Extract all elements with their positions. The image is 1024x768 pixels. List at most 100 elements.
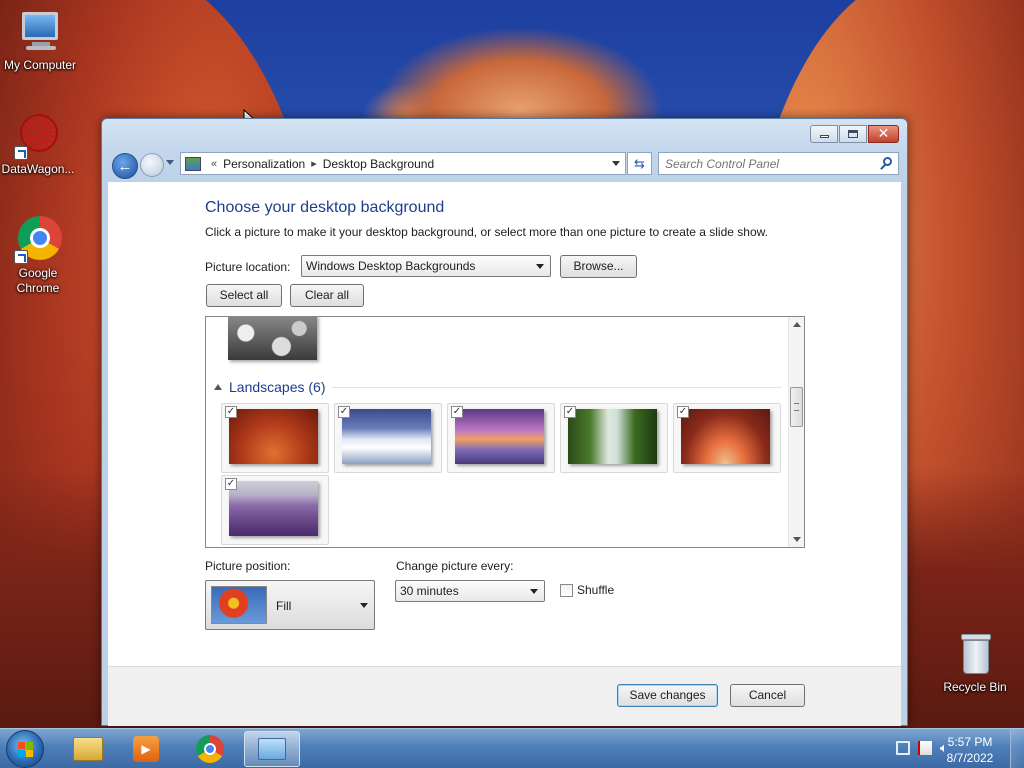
system-clock[interactable]: 5:57 PM 8/7/2022 [940, 734, 1000, 766]
arrow-left-icon: ← [117, 157, 133, 175]
forward-button[interactable] [140, 153, 164, 177]
picture-thumbnail [342, 409, 431, 464]
desktop-icon-my-computer[interactable]: My Computer [0, 8, 80, 73]
shortcut-arrow-icon [14, 146, 28, 160]
taskbar-chrome[interactable] [182, 731, 238, 767]
chevron-down-icon [530, 589, 538, 594]
picture-position-label: Picture position: [205, 559, 291, 573]
recycle-bin-icon [951, 630, 999, 678]
footer-bar: Save changes Cancel [108, 666, 901, 726]
picture-checkbox[interactable]: ✓ [338, 406, 350, 418]
taskbar: ▶ 🔈︎ 5:57 PM 8/7/2022 [0, 728, 1024, 768]
clear-all-button[interactable]: Clear all [290, 284, 364, 307]
desktop-icon-datawagon[interactable]: DataWagon... [0, 112, 78, 177]
select-all-button[interactable]: Select all [206, 284, 282, 307]
network-icon[interactable] [896, 741, 910, 755]
picture-thumbnail [568, 409, 657, 464]
computer-icon [16, 8, 64, 56]
breadcrumb-overflow[interactable]: « [211, 158, 217, 170]
recent-pages-button[interactable] [166, 160, 174, 165]
picture-checkbox[interactable]: ✓ [564, 406, 576, 418]
picture-tile[interactable]: ✓ [447, 403, 555, 473]
group-title: Landscapes (6) [229, 379, 326, 395]
change-picture-label: Change picture every: [396, 559, 514, 573]
change-picture-select[interactable]: 30 minutes [395, 580, 545, 602]
refresh-icon: ⇆ [634, 155, 645, 171]
chrome-icon [14, 216, 62, 264]
picture-thumbnail [229, 409, 318, 464]
save-changes-button[interactable]: Save changes [617, 684, 718, 707]
taskbar-explorer[interactable] [60, 731, 116, 767]
cancel-button[interactable]: Cancel [730, 684, 805, 707]
shuffle-label: Shuffle [577, 583, 615, 597]
search-icon[interactable] [883, 157, 892, 166]
clock-date: 8/7/2022 [946, 751, 994, 765]
desktop-icon-recycle-bin[interactable]: Recycle Bin [935, 630, 1015, 695]
picture-tile[interactable]: ✓ [334, 403, 442, 473]
search-box[interactable] [658, 152, 899, 175]
picture-tile[interactable]: ✓ [560, 403, 668, 473]
desktop-icon-label: Google Chrome [16, 266, 60, 295]
scrollbar-thumb[interactable] [790, 387, 803, 427]
scroll-up-icon[interactable] [793, 322, 801, 327]
vertical-scrollbar[interactable] [788, 317, 804, 547]
chevron-right-icon[interactable]: ▸ [311, 157, 317, 170]
chrome-icon [196, 735, 224, 763]
picture-location-select[interactable]: Windows Desktop Backgrounds [301, 255, 551, 277]
folder-icon [73, 737, 103, 761]
picture-checkbox[interactable]: ✓ [677, 406, 689, 418]
maximize-button[interactable] [839, 125, 867, 143]
search-input[interactable] [665, 156, 875, 171]
picture-location-value: Windows Desktop Backgrounds [306, 259, 476, 273]
picture-checkbox[interactable]: ✓ [225, 478, 237, 490]
change-picture-value: 30 minutes [400, 584, 459, 598]
picture-thumbnail [229, 481, 318, 536]
datawagon-icon [14, 112, 62, 160]
window-controls: ✕ [810, 125, 899, 143]
picture-checkbox[interactable]: ✓ [451, 406, 463, 418]
picture-tile[interactable]: ✓ [673, 403, 781, 473]
picture-thumbnail [455, 409, 544, 464]
desktop-icon-google-chrome[interactable]: Google Chrome [0, 216, 78, 296]
shuffle-checkbox[interactable] [560, 584, 573, 597]
picture-tile[interactable]: ✓ [221, 475, 329, 545]
address-dropdown-icon[interactable] [612, 161, 620, 166]
back-button[interactable]: ← [112, 153, 138, 179]
breadcrumb-desktop-background[interactable]: Desktop Background [323, 157, 434, 171]
windows-logo-icon [18, 742, 34, 758]
desktop-icon-label: Recycle Bin [943, 680, 1007, 694]
collapse-icon[interactable] [214, 384, 222, 390]
control-panel-icon [258, 738, 286, 760]
picture-thumbnail[interactable] [228, 317, 317, 360]
picture-thumbnail [681, 409, 770, 464]
picture-tile[interactable]: ✓ [221, 403, 329, 473]
scroll-down-icon[interactable] [793, 537, 801, 542]
breadcrumb-personalization[interactable]: Personalization [223, 157, 305, 171]
picture-list[interactable]: Landscapes (6) ✓ ✓ ✓ ✓ ✓ ✓ [205, 316, 805, 548]
control-panel-icon [185, 156, 201, 171]
close-button[interactable]: ✕ [868, 125, 899, 143]
refresh-button[interactable]: ⇆ [627, 152, 652, 175]
content-pane: Choose your desktop background Click a p… [108, 182, 901, 666]
media-player-icon: ▶ [133, 736, 159, 762]
picture-checkbox[interactable]: ✓ [225, 406, 237, 418]
desktop-background-window: ✕ ← « Personalization ▸ Desktop Backgrou… [101, 118, 908, 726]
page-title: Choose your desktop background [205, 199, 445, 216]
start-button[interactable] [6, 730, 44, 768]
show-desktop-button[interactable] [1010, 729, 1024, 768]
group-header-landscapes[interactable]: Landscapes (6) [214, 379, 782, 395]
picture-location-label: Picture location: [205, 260, 291, 274]
desktop-icon-label: My Computer [3, 58, 77, 72]
minimize-button[interactable] [810, 125, 838, 143]
taskbar-control-panel[interactable] [244, 731, 300, 767]
desktop-icon-label: DataWagon... [1, 162, 75, 176]
address-bar[interactable]: « Personalization ▸ Desktop Background [180, 152, 626, 175]
action-center-flag-icon[interactable] [918, 741, 932, 755]
clock-time: 5:57 PM [947, 735, 993, 749]
picture-position-value: Fill [276, 599, 292, 613]
picture-position-select[interactable]: Fill [205, 580, 375, 630]
taskbar-media-player[interactable]: ▶ [118, 731, 174, 767]
browse-button[interactable]: Browse... [560, 255, 637, 278]
shortcut-arrow-icon [14, 250, 28, 264]
chevron-down-icon [360, 603, 368, 608]
